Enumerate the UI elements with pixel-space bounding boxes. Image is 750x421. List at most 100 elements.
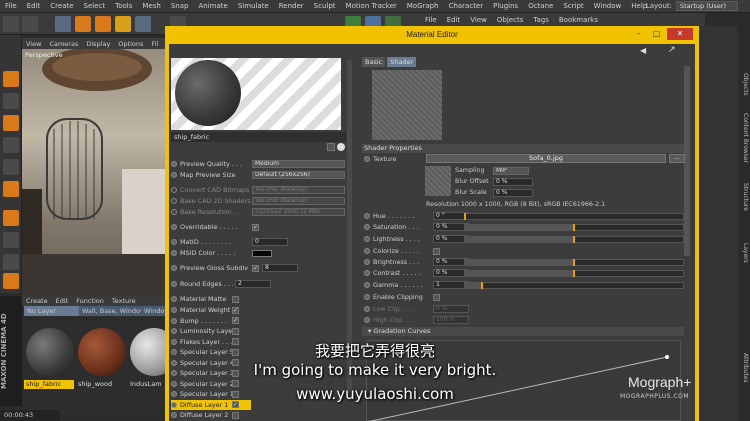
lock-icon[interactable] xyxy=(3,273,19,289)
edges-mode-icon[interactable] xyxy=(3,159,19,175)
slider-knob[interactable] xyxy=(573,269,575,277)
mm-menu-edit[interactable]: Edit xyxy=(52,297,73,305)
viewport-menu-cameras[interactable]: Cameras xyxy=(45,40,82,48)
menu-file[interactable]: File xyxy=(0,2,22,10)
dock-tab-objects[interactable]: Objects xyxy=(739,73,749,96)
om-menu-tags[interactable]: Tags xyxy=(528,16,554,24)
slider-knob[interactable] xyxy=(464,212,466,220)
layer-filter-wall-base[interactable]: Wall, Base, Windows,... xyxy=(79,306,141,316)
menu-render[interactable]: Render xyxy=(274,2,309,10)
channel-checkbox[interactable] xyxy=(232,411,239,419)
scale-icon[interactable] xyxy=(95,16,111,32)
axis-icon[interactable] xyxy=(3,210,19,226)
adjustment-slider[interactable] xyxy=(464,223,684,231)
radio-indicator[interactable] xyxy=(364,236,370,242)
channel-material-weight[interactable]: Material Weight ✓ xyxy=(171,305,251,316)
radio-indicator[interactable] xyxy=(364,306,370,312)
adjustment-slider[interactable] xyxy=(464,212,684,220)
texture-browse-button[interactable]: ... xyxy=(669,154,685,163)
menu-mesh[interactable]: Mesh xyxy=(137,2,165,10)
tweak-icon[interactable] xyxy=(3,232,19,248)
sampling-dropdown[interactable]: MIP xyxy=(493,166,529,175)
layout-dropdown[interactable]: Startup (User) xyxy=(676,1,738,11)
viewport-menu-display[interactable]: Display xyxy=(82,40,114,48)
tab-shader[interactable]: Shader xyxy=(387,57,417,67)
radio-indicator[interactable] xyxy=(364,270,370,276)
polygons-mode-icon[interactable] xyxy=(3,181,19,197)
slider-knob[interactable] xyxy=(573,258,575,266)
adjustment-slider[interactable] xyxy=(464,258,684,266)
radio-indicator[interactable] xyxy=(364,224,370,230)
object-icon[interactable] xyxy=(135,16,151,32)
overridable-checkbox[interactable]: ✓ xyxy=(252,223,259,231)
om-menu-objects[interactable]: Objects xyxy=(492,16,528,24)
points-mode-icon[interactable] xyxy=(3,137,19,153)
menu-create[interactable]: Create xyxy=(45,2,78,10)
snap-icon[interactable] xyxy=(3,254,19,270)
menu-octane[interactable]: Octane xyxy=(523,2,558,10)
adjustment-slider[interactable] xyxy=(464,235,684,243)
menu-tools[interactable]: Tools xyxy=(110,2,137,10)
preview-gloss-checkbox[interactable]: ✓ xyxy=(252,264,259,272)
radio-indicator[interactable] xyxy=(364,248,370,254)
adjustment-checkbox[interactable] xyxy=(433,293,440,301)
menu-character[interactable]: Character xyxy=(444,2,489,10)
om-menu-view[interactable]: View xyxy=(465,16,492,24)
material-link-icon[interactable] xyxy=(337,143,345,151)
viewport-menu-view[interactable]: View xyxy=(22,40,45,48)
model-mode-icon[interactable] xyxy=(3,93,19,109)
mm-menu-function[interactable]: Function xyxy=(72,297,108,305)
menu-mograph[interactable]: MoGraph xyxy=(402,2,444,10)
forward-arrow-icon[interactable]: ↗ xyxy=(668,45,676,55)
radio-indicator[interactable] xyxy=(171,172,177,179)
radio-indicator[interactable] xyxy=(171,224,177,231)
material-name-field[interactable]: ship_fabric xyxy=(171,132,346,142)
channel-checkbox[interactable] xyxy=(232,327,239,335)
texture-mode-icon[interactable] xyxy=(3,115,19,131)
slider-knob[interactable] xyxy=(573,223,575,231)
back-arrow-icon[interactable]: ◀ xyxy=(640,46,646,55)
menu-plugins[interactable]: Plugins xyxy=(488,2,523,10)
tab-basic[interactable]: Basic xyxy=(362,57,386,67)
viewport-menu-options[interactable]: Options xyxy=(114,40,147,48)
om-menu-bookmarks[interactable]: Bookmarks xyxy=(554,16,603,24)
msid-color-swatch[interactable] xyxy=(252,249,272,257)
radio-indicator[interactable] xyxy=(364,317,370,323)
radio-indicator[interactable] xyxy=(364,294,370,300)
matid-input[interactable]: 0 xyxy=(252,238,288,247)
radio-indicator[interactable] xyxy=(171,161,177,168)
radio-indicator[interactable] xyxy=(364,282,370,288)
layer-filter-no-layer[interactable]: No Layer xyxy=(24,306,79,316)
redo-icon[interactable] xyxy=(22,16,38,32)
menu-snap[interactable]: Snap xyxy=(166,2,194,10)
radio-indicator[interactable] xyxy=(171,265,177,272)
channel-material-matte[interactable]: Material Matte xyxy=(171,294,251,305)
dock-tab-structure[interactable]: Structure xyxy=(739,183,749,211)
minimize-button[interactable]: – xyxy=(630,28,647,40)
dock-tab-content-browser[interactable]: Content Browser xyxy=(739,113,749,163)
preview-quality-dropdown[interactable]: Medium xyxy=(252,160,345,169)
blur-offset-input[interactable]: 0 % xyxy=(493,177,533,186)
round-edges-input[interactable]: 2 xyxy=(235,280,271,289)
mm-menu-texture[interactable]: Texture xyxy=(108,297,140,305)
material-editor-titlebar[interactable]: Material Editor – □ ✕ xyxy=(165,26,699,44)
channel-diffuse-layer-2[interactable]: Diffuse Layer 2 xyxy=(171,410,251,421)
cursor-icon[interactable] xyxy=(55,16,71,32)
menu-animate[interactable]: Animate xyxy=(193,2,232,10)
menu-select[interactable]: Select xyxy=(79,2,111,10)
radio-indicator[interactable] xyxy=(364,259,370,265)
menu-simulate[interactable]: Simulate xyxy=(233,2,274,10)
channel-checkbox[interactable]: ✓ xyxy=(232,306,239,314)
texture-file-field[interactable]: Sofa_0.jpg xyxy=(426,154,666,163)
gradation-curves-header[interactable]: ▾ Gradation Curves xyxy=(362,327,684,336)
adjustment-slider[interactable] xyxy=(464,269,684,277)
menu-window[interactable]: Window xyxy=(589,2,627,10)
move-icon[interactable] xyxy=(75,16,91,32)
slider-knob[interactable] xyxy=(573,235,575,243)
close-button[interactable]: ✕ xyxy=(667,28,693,40)
menu-sculpt[interactable]: Sculpt xyxy=(309,2,341,10)
blur-scale-input[interactable]: 0 % xyxy=(493,188,533,197)
channel-checkbox[interactable] xyxy=(232,295,239,303)
radio-indicator[interactable] xyxy=(364,213,370,219)
dock-tab-layers[interactable]: Layers xyxy=(739,243,749,263)
